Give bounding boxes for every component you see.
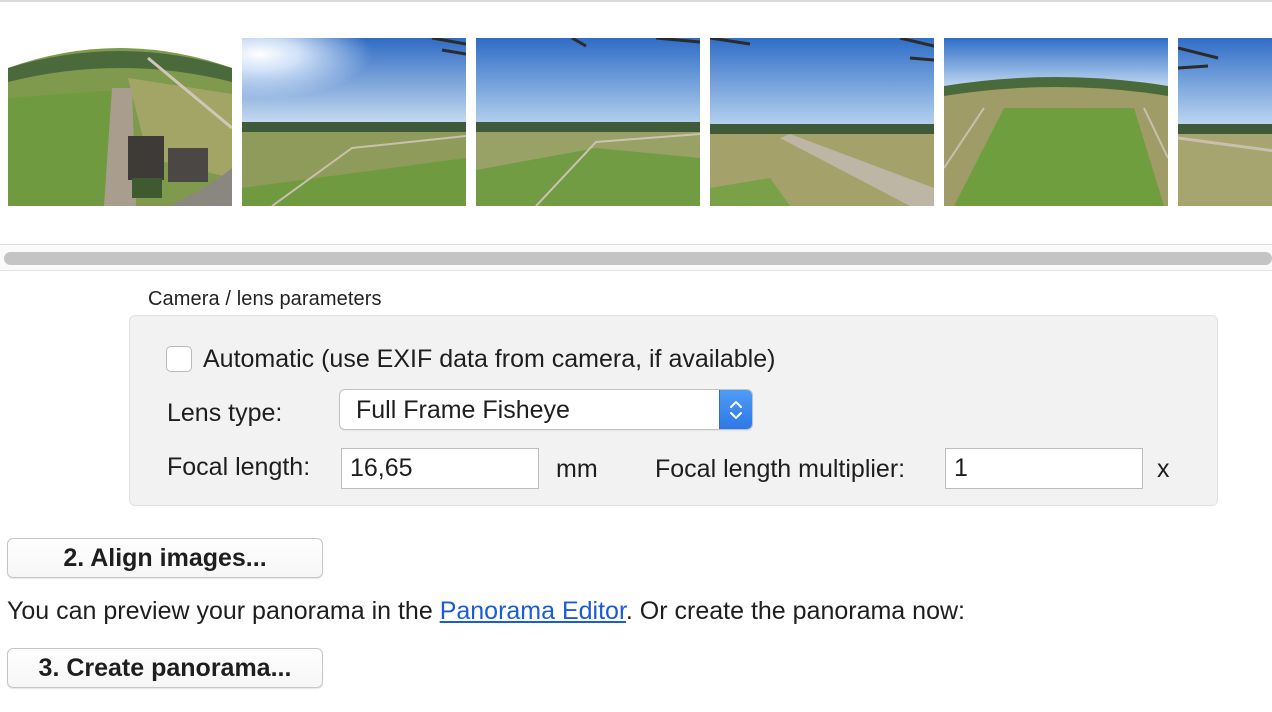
horizon-photo	[1178, 38, 1272, 206]
focal-length-multiplier-input[interactable]	[945, 448, 1143, 489]
preview-prefix: You can preview your panorama in the	[7, 597, 440, 625]
automatic-exif-checkbox[interactable]	[166, 346, 192, 372]
horizontal-scrollbar[interactable]	[0, 246, 1272, 271]
image-thumbnail-6[interactable]	[1178, 38, 1272, 206]
panorama-editor-link[interactable]: Panorama Editor	[440, 597, 626, 625]
field-photo	[944, 38, 1168, 206]
image-thumbnail-2[interactable]	[242, 38, 466, 206]
horizon-photo	[242, 38, 466, 206]
horizon-photo	[710, 38, 934, 206]
preview-suffix: . Or create the panorama now:	[625, 597, 965, 625]
focal-length-input[interactable]	[341, 448, 539, 489]
nadir-photo	[8, 38, 232, 206]
strip-divider	[0, 244, 1272, 245]
focal-length-label: Focal length:	[167, 453, 311, 481]
multiplier-unit: x	[1157, 455, 1170, 483]
image-thumbnail-3[interactable]	[476, 38, 700, 206]
lens-type-value: Full Frame Fisheye	[356, 396, 570, 424]
focal-length-multiplier-label: Focal length multiplier:	[655, 455, 906, 483]
select-stepper-icon	[719, 390, 752, 429]
preview-instructions: You can preview your panorama in the Pan…	[7, 597, 965, 626]
lens-type-select[interactable]: Full Frame Fisheye	[339, 389, 753, 430]
scrollbar-thumb[interactable]	[4, 252, 1272, 265]
horizon-photo	[476, 38, 700, 206]
camera-group-title: Camera / lens parameters	[148, 288, 382, 310]
automatic-exif-label[interactable]: Automatic (use EXIF data from camera, if…	[203, 345, 775, 374]
lens-type-label: Lens type:	[167, 399, 283, 427]
align-images-button[interactable]: 2. Align images...	[7, 538, 323, 578]
create-panorama-button[interactable]: 3. Create panorama...	[7, 648, 323, 688]
focal-length-unit: mm	[556, 455, 598, 483]
image-thumbnail-4[interactable]	[710, 38, 934, 206]
image-thumbnail-1[interactable]	[8, 38, 232, 206]
image-strip[interactable]	[0, 2, 1272, 244]
image-thumbnail-5[interactable]	[944, 38, 1168, 206]
